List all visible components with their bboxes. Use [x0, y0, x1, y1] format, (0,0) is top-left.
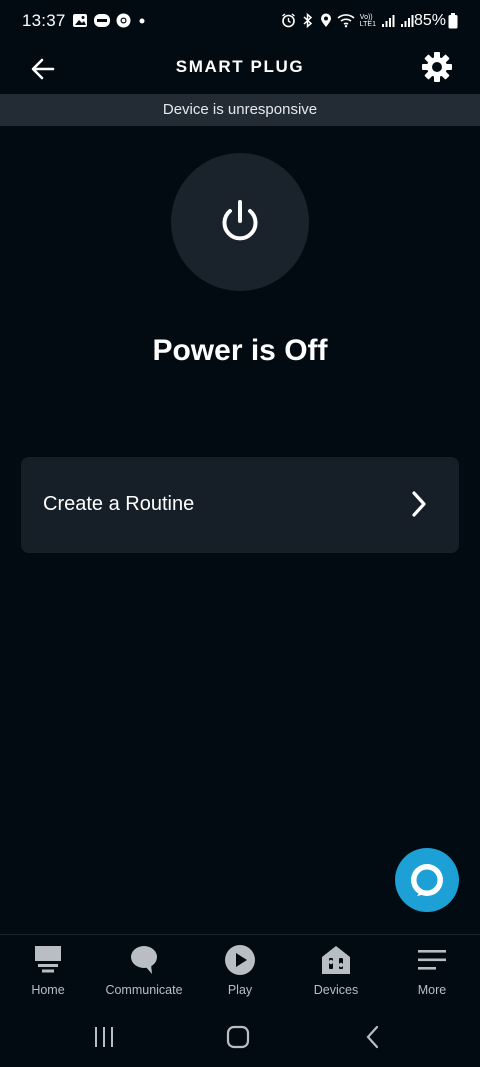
create-routine-label: Create a Routine [43, 493, 195, 515]
nav-home-label: Home [31, 983, 65, 997]
nav-devices[interactable]: Devices [288, 935, 384, 1009]
recent-apps-button[interactable] [84, 1022, 124, 1052]
wifi-icon [337, 13, 355, 28]
chat-bubble-icon [96, 943, 192, 977]
chevron-right-icon [411, 490, 427, 518]
signal-1-icon [381, 13, 395, 28]
menu-icon [384, 943, 480, 977]
bottom-navigation: Home Communicate Play Devices More [0, 934, 480, 1009]
alarm-icon [281, 13, 296, 28]
power-icon [218, 199, 262, 245]
home-system-button[interactable] [218, 1022, 258, 1052]
devices-icon [288, 943, 384, 977]
status-bar: 13:37 Vo)) LTE1 85% [0, 0, 480, 44]
smart-plug-screen: 13:37 Vo)) LTE1 85% SMART PLUG Device is… [0, 0, 480, 1067]
home-square-icon [226, 1025, 250, 1049]
page-title: SMART PLUG [175, 57, 305, 76]
volte-lte-indicator: Vo)) LTE1 [359, 13, 376, 28]
status-time: 13:37 [22, 11, 66, 30]
battery-percentage: 85% [413, 12, 446, 29]
app-badge-icon [94, 13, 110, 28]
alexa-voice-button[interactable] [395, 848, 459, 912]
more-notifications-dot-icon [137, 13, 147, 28]
back-system-button[interactable] [353, 1022, 393, 1052]
system-navigation-bar [0, 1008, 480, 1067]
nav-more-label: More [417, 983, 447, 997]
back-chevron-icon [365, 1025, 381, 1049]
nav-devices-label: Devices [313, 983, 359, 997]
system-status-icons: Vo)) LTE1 [281, 13, 414, 28]
create-routine-card[interactable]: Create a Routine [21, 457, 459, 553]
recent-apps-icon [92, 1026, 116, 1048]
chrome-icon [116, 13, 131, 28]
home-icon [0, 943, 96, 977]
gallery-icon [72, 13, 88, 28]
battery-icon [448, 13, 458, 29]
power-toggle-button[interactable] [171, 153, 309, 291]
play-icon [192, 943, 288, 977]
gear-icon [421, 51, 453, 83]
unresponsive-banner: Device is unresponsive [0, 94, 480, 126]
power-status-text: Power is Off [152, 334, 328, 367]
signal-2-icon [400, 13, 414, 28]
settings-button[interactable] [418, 48, 456, 86]
app-header: SMART PLUG [0, 44, 480, 94]
nav-home[interactable]: Home [0, 935, 96, 1009]
notification-icons [72, 13, 147, 28]
nav-play[interactable]: Play [192, 935, 288, 1009]
nav-play-label: Play [227, 983, 253, 997]
nav-communicate[interactable]: Communicate [96, 935, 192, 1009]
location-icon [320, 13, 332, 28]
nav-communicate-label: Communicate [105, 983, 183, 997]
nav-more[interactable]: More [384, 935, 480, 1009]
bluetooth-icon [301, 13, 315, 28]
alexa-icon [407, 860, 447, 900]
